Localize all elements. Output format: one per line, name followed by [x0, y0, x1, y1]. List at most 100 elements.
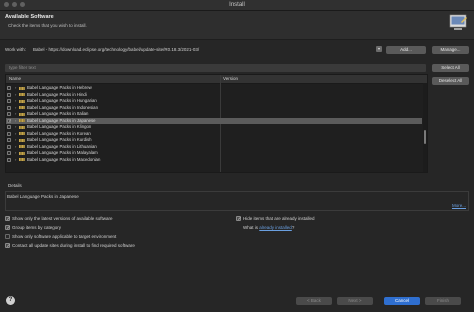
what-is-installed-text: What is already installed?: [243, 225, 294, 230]
cancel-button[interactable]: Cancel: [384, 297, 420, 305]
checkmark-icon: ✓: [237, 216, 242, 221]
help-icon[interactable]: ?: [6, 296, 15, 305]
more-details-link[interactable]: More...: [452, 203, 466, 208]
checkbox-box[interactable]: ✓: [236, 216, 241, 221]
feature-group-icon: [19, 158, 25, 162]
expand-chevron-icon[interactable]: ›: [15, 85, 16, 91]
row-checkbox[interactable]: [7, 138, 11, 142]
feature-group-icon: [19, 132, 25, 136]
row-checkbox[interactable]: [7, 86, 11, 90]
already-installed-link[interactable]: already installed: [259, 225, 292, 230]
row-checkbox[interactable]: [7, 105, 11, 110]
row-checkbox[interactable]: ✓: [7, 118, 12, 123]
feature-group-icon: [19, 125, 25, 129]
table-row[interactable]: › Babel Language Packs in Malayalam: [6, 150, 422, 156]
what-is-suffix: ?: [291, 225, 295, 230]
details-text: Babel Language Packs in Japanese: [7, 194, 79, 199]
table-row[interactable]: › Babel Language Packs in Hebrew: [6, 85, 422, 91]
next-button[interactable]: Next >: [337, 297, 373, 305]
expand-chevron-icon[interactable]: ›: [15, 118, 16, 124]
feature-group-icon: [19, 106, 25, 110]
column-header-name[interactable]: Name: [9, 75, 21, 83]
row-checkbox[interactable]: [7, 92, 11, 97]
window-title: Install: [229, 2, 245, 8]
row-label: Babel Language Packs in Japanese: [27, 117, 96, 123]
row-checkbox[interactable]: [7, 131, 11, 136]
what-is-prefix: What is: [243, 225, 259, 230]
row-label: Babel Language Packs in Macedonian: [27, 156, 101, 162]
feature-group-icon: [19, 138, 25, 142]
software-table: Name Version › Babel Language Packs in He…: [5, 74, 428, 173]
feature-group-icon: [19, 86, 25, 90]
finish-button[interactable]: Finish: [425, 297, 461, 305]
row-checkbox[interactable]: [7, 112, 11, 116]
deselect-all-button[interactable]: Deselect All: [432, 77, 469, 85]
checkbox-label: Group items by category: [12, 225, 62, 230]
row-label: Babel Language Packs in Hungarian: [27, 98, 97, 103]
row-label: Babel Language Packs in Klingon: [27, 124, 92, 129]
expand-chevron-icon[interactable]: ›: [15, 157, 16, 163]
manage-sites-button[interactable]: Manage...: [432, 46, 469, 54]
install-wizard-icon: [449, 14, 467, 30]
row-label: Babel Language Packs in Italian: [27, 111, 89, 116]
row-label: Babel Language Packs in Malayalam: [27, 150, 98, 155]
column-header-version[interactable]: Version: [223, 75, 238, 83]
checkmark-icon: ✓: [6, 225, 11, 230]
checkbox-label: Contact all update sites during install …: [12, 243, 135, 248]
checkmark-icon: ✓: [6, 216, 11, 221]
row-label: Babel Language Packs in Korean: [27, 130, 91, 136]
row-checkbox[interactable]: [7, 151, 11, 155]
row-checkbox[interactable]: [7, 144, 11, 149]
checkbox-box[interactable]: [5, 234, 10, 239]
expand-chevron-icon[interactable]: ›: [15, 144, 16, 150]
work-with-label: Work with:: [5, 47, 26, 52]
table-row[interactable]: › Babel Language Packs in Korean: [6, 131, 422, 137]
feature-group-icon: [19, 112, 25, 116]
back-button[interactable]: < Back: [296, 297, 332, 305]
add-site-button[interactable]: Add...: [386, 46, 426, 54]
row-checkbox[interactable]: [7, 99, 11, 103]
table-row[interactable]: › Babel Language Packs in Lithuanian: [6, 144, 422, 150]
checkbox-box[interactable]: ✓: [5, 225, 10, 230]
table-row[interactable]: ✓ › Babel Language Packs in Japanese: [6, 117, 422, 124]
checkbox-label: Show only the latest versions of availab…: [12, 216, 113, 221]
expand-chevron-icon[interactable]: ›: [15, 105, 16, 111]
details-label: Details: [8, 183, 22, 188]
expand-chevron-icon[interactable]: ›: [15, 150, 16, 156]
row-label: Babel Language Packs in Indonesian: [27, 104, 98, 110]
filter-input[interactable]: type filter text: [5, 64, 426, 72]
row-label: Babel Language Packs in Hindi: [27, 91, 87, 97]
row-label: Babel Language Packs in Kurdish: [27, 137, 92, 142]
checkbox-box[interactable]: ✓: [5, 243, 10, 248]
combo-dropdown-icon[interactable]: ▾: [376, 46, 382, 52]
feature-group-icon: [19, 151, 25, 155]
checkbox-box[interactable]: ✓: [5, 216, 10, 221]
row-label: Babel Language Packs in Hebrew: [27, 85, 92, 90]
row-checkbox[interactable]: [7, 125, 11, 129]
expand-chevron-icon[interactable]: ›: [15, 111, 16, 117]
table-scrollbar-thumb[interactable]: [424, 130, 426, 144]
work-with-combo[interactable]: Babel - https://download.eclipse.org/tec…: [30, 45, 368, 54]
row-checkbox[interactable]: [7, 157, 11, 162]
table-row[interactable]: › Babel Language Packs in Kurdish: [6, 137, 422, 143]
expand-chevron-icon[interactable]: ›: [15, 92, 16, 98]
feature-group-icon: [19, 145, 25, 149]
expand-chevron-icon[interactable]: ›: [15, 124, 16, 130]
checkmark-icon: ✓: [6, 243, 11, 248]
table-row[interactable]: › Babel Language Packs in Italian: [6, 111, 422, 117]
table-row[interactable]: › Babel Language Packs in Hindi: [6, 92, 422, 98]
expand-chevron-icon[interactable]: ›: [15, 98, 16, 104]
table-row[interactable]: › Babel Language Packs in Klingon: [6, 124, 422, 130]
page-subtitle: Check the items that you wish to install…: [8, 23, 87, 28]
expand-chevron-icon[interactable]: ›: [15, 137, 16, 143]
page-title: Available Software: [5, 14, 54, 20]
table-row[interactable]: › Babel Language Packs in Hungarian: [6, 98, 422, 104]
expand-chevron-icon[interactable]: ›: [15, 131, 16, 137]
table-row[interactable]: › Babel Language Packs in Macedonian: [6, 157, 422, 163]
select-all-button[interactable]: Select All: [432, 64, 469, 72]
feature-group-icon: [19, 99, 25, 103]
checkbox-label: Hide items that are already installed: [243, 216, 315, 221]
checkbox-label: Show only software applicable to target …: [12, 234, 117, 239]
table-scrollbar[interactable]: [423, 83, 427, 172]
table-row[interactable]: › Babel Language Packs in Indonesian: [6, 105, 422, 111]
